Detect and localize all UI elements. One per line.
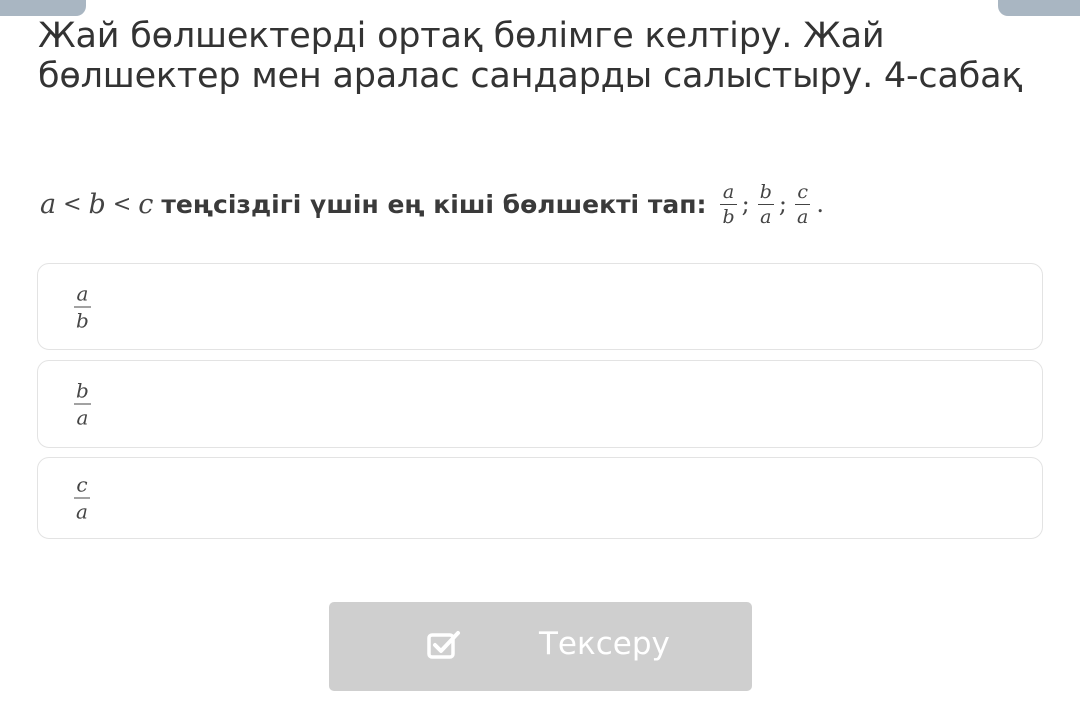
checkbox-check-icon — [427, 631, 460, 659]
fraction-numerator: b — [759, 180, 772, 203]
fraction-denominator: a — [760, 205, 772, 228]
lesson-title: Жай бөлшектерді ортақ бөлімге келтіру. Ж… — [38, 16, 1023, 96]
math-less-than: < — [112, 191, 132, 217]
fraction-numerator: b — [76, 378, 89, 403]
fraction-denominator: a — [797, 205, 809, 228]
option-fraction: a b — [74, 281, 91, 332]
fraction-bar — [795, 203, 811, 205]
math-var-c: c — [138, 188, 154, 220]
top-right-tab[interactable] — [998, 0, 1080, 16]
separator: ; — [778, 190, 787, 218]
option-fraction: c a — [74, 473, 90, 524]
answer-option-a-over-b[interactable]: a b — [37, 263, 1043, 350]
fraction-numerator: a — [76, 281, 89, 305]
question-fraction-1: a b — [720, 180, 737, 228]
question-end-period: . — [816, 190, 824, 218]
fraction-denominator: a — [76, 405, 89, 430]
fraction-bar — [74, 306, 91, 307]
fraction-denominator: b — [76, 308, 89, 332]
fraction-bar — [720, 203, 737, 205]
answer-option-c-over-a[interactable]: c a — [37, 457, 1043, 539]
top-left-tab[interactable] — [0, 0, 86, 16]
math-less-than: < — [63, 191, 82, 217]
separator: ; — [741, 190, 750, 218]
fraction-numerator: c — [76, 472, 88, 497]
fraction-numerator: c — [797, 180, 808, 203]
check-button-label: Тексеру — [539, 626, 670, 662]
question-fraction-2: b a — [757, 180, 774, 228]
fraction-denominator: b — [722, 205, 735, 228]
fraction-bar — [757, 203, 774, 205]
fraction-bar — [74, 497, 90, 499]
check-button[interactable]: Тексеру — [329, 602, 752, 691]
question-stem: a < b < c теңсіздігі үшін ең кіші бөлшек… — [40, 178, 824, 230]
math-var-b: b — [88, 188, 106, 220]
question-fraction-3: c a — [795, 180, 811, 228]
fraction-denominator: a — [76, 499, 88, 524]
fraction-bar — [74, 403, 91, 405]
fraction-numerator: a — [722, 180, 735, 203]
answer-option-b-over-a[interactable]: b a — [37, 360, 1043, 448]
question-text: теңсіздігі үшін ең кіші бөлшекті тап: — [161, 189, 707, 219]
math-var-a: a — [40, 188, 57, 220]
option-fraction: b a — [74, 379, 91, 430]
